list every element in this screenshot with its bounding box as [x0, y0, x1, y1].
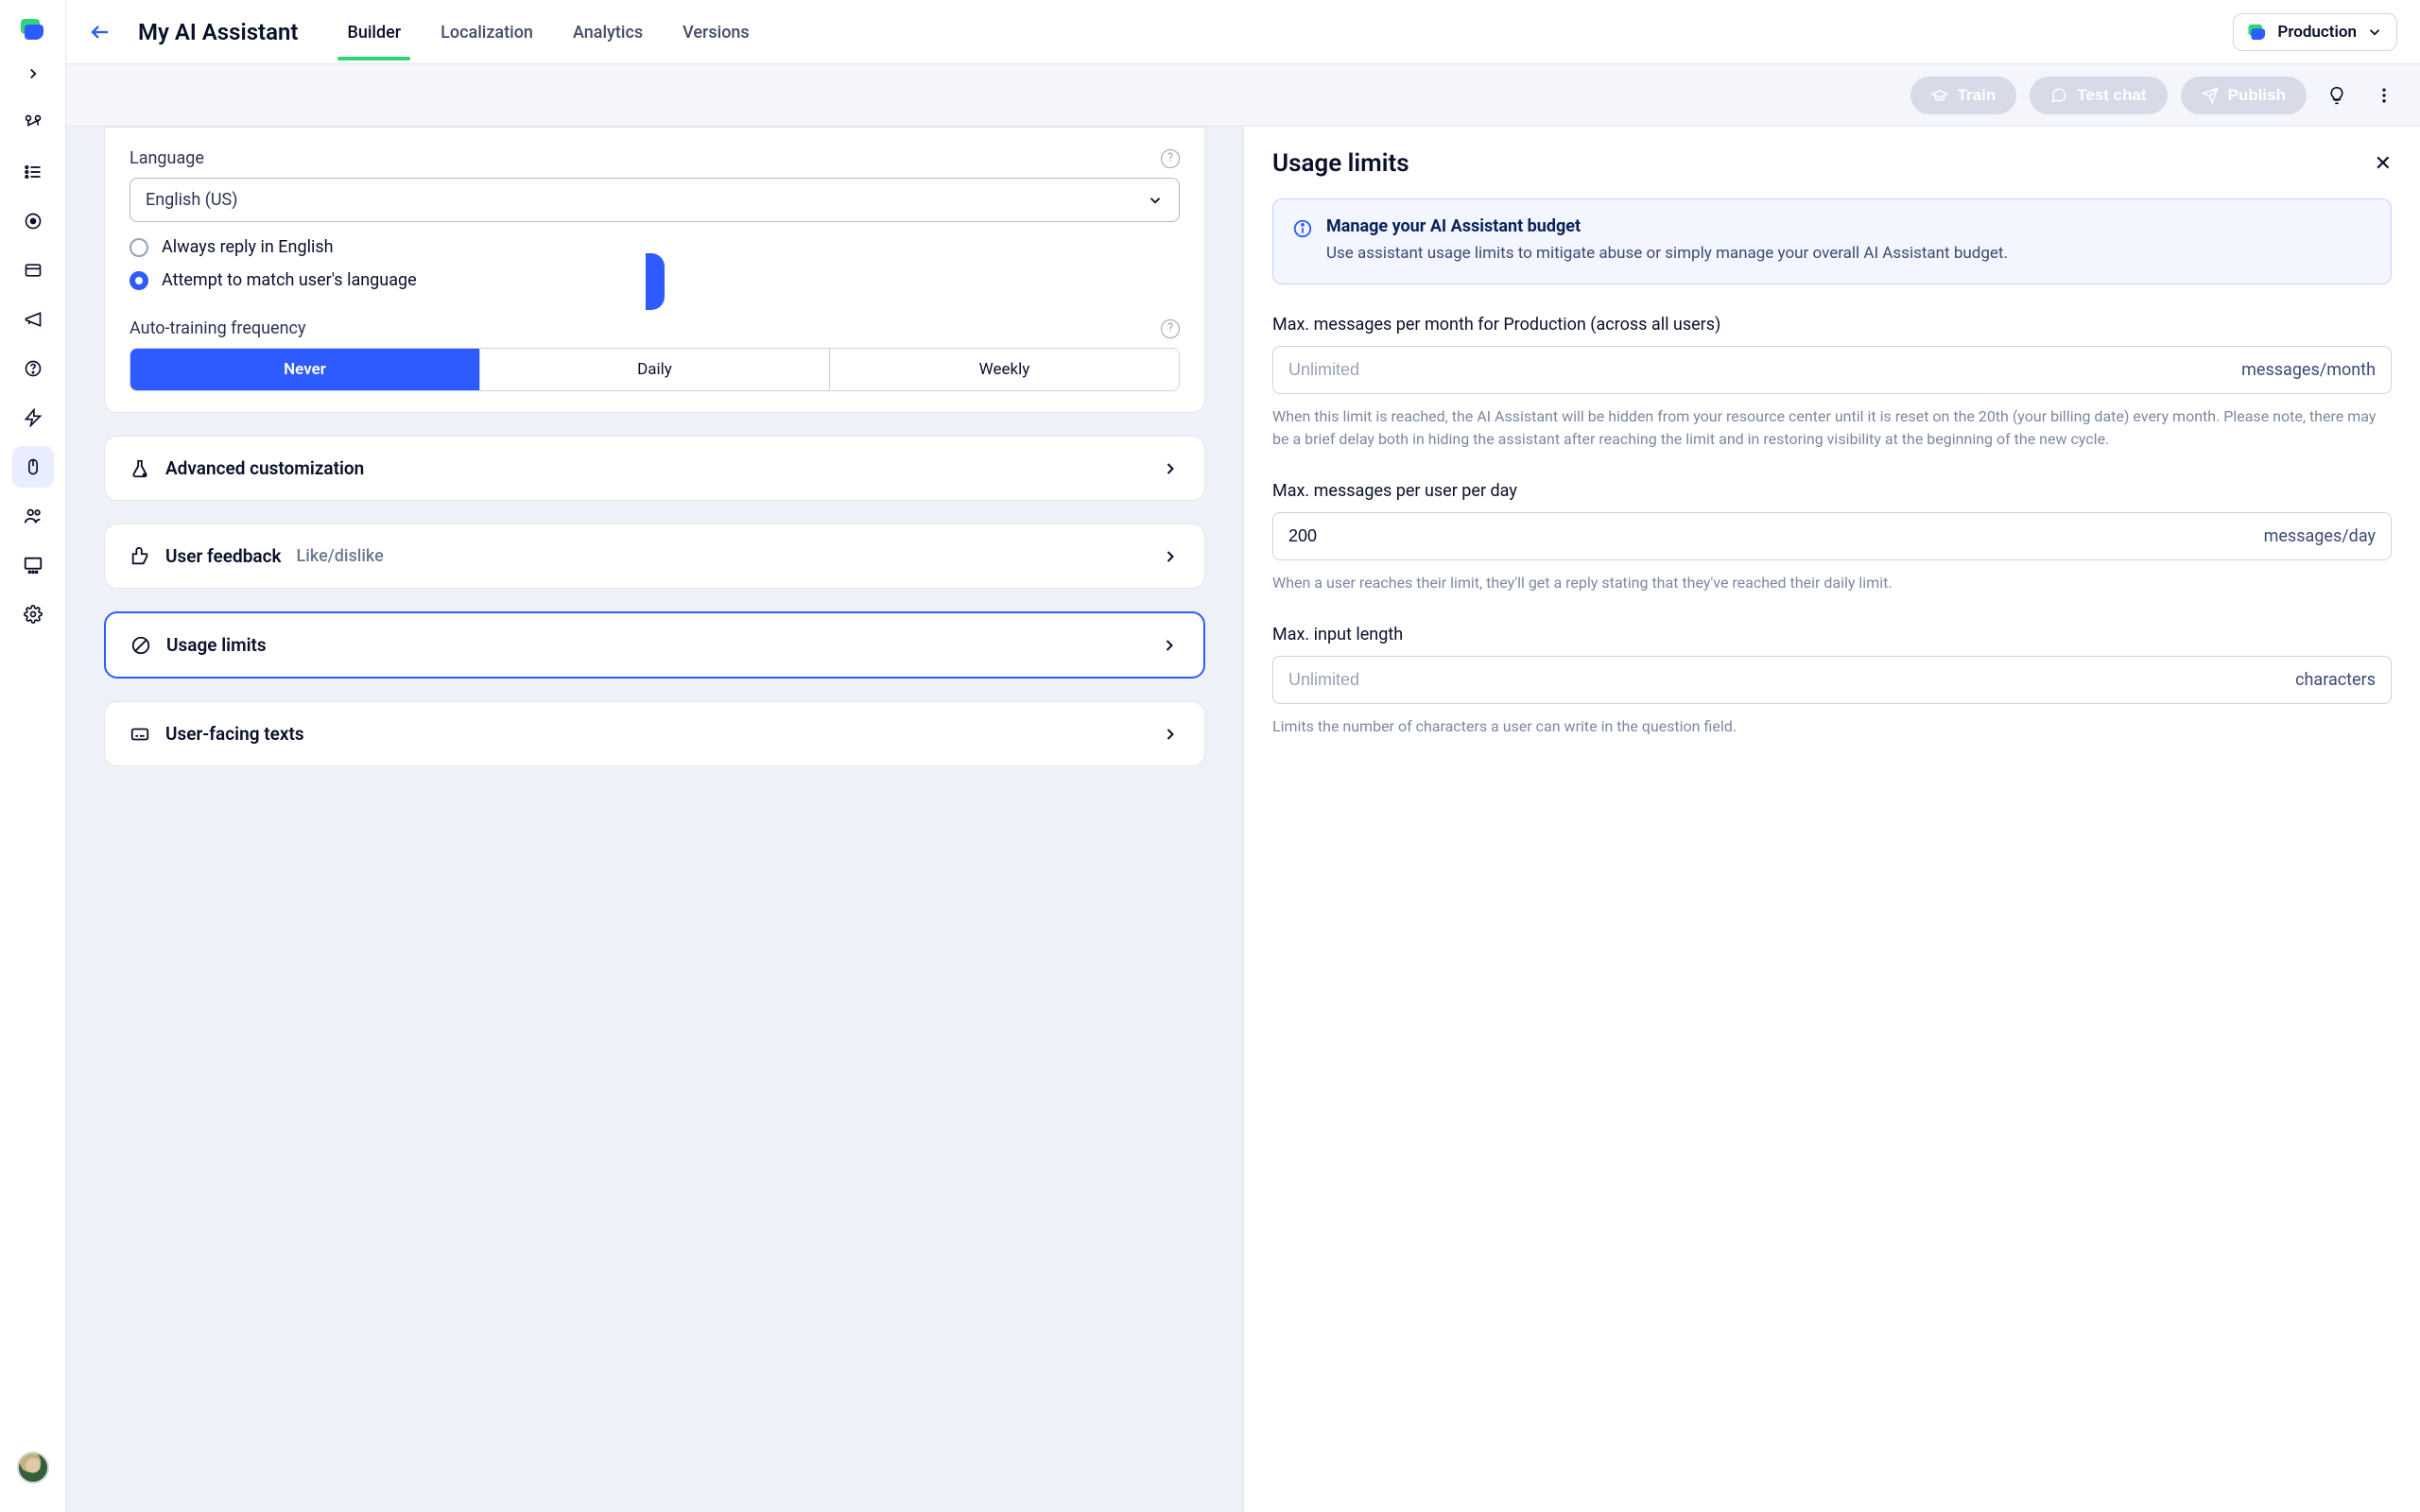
users-icon[interactable] — [12, 495, 54, 537]
daily-limit-label: Max. messages per user per day — [1272, 481, 2392, 501]
train-button[interactable]: Train — [1910, 77, 2017, 114]
inputlen-label: Max. input length — [1272, 625, 2392, 644]
presentation-icon[interactable] — [12, 544, 54, 586]
close-icon[interactable]: ✕ — [2375, 152, 2392, 176]
auto-training-segment: Never Daily Weekly — [130, 348, 1180, 391]
info-callout: Manage your AI Assistant budget Use assi… — [1272, 198, 2392, 284]
inputlen-input-wrap: characters — [1272, 656, 2392, 704]
user-feedback-row[interactable]: User feedback Like/dislike — [104, 524, 1205, 589]
info-icon — [1292, 218, 1313, 266]
window-icon[interactable] — [12, 249, 54, 291]
gear-icon[interactable] — [12, 593, 54, 635]
auto-training-help-icon[interactable]: ? — [1161, 319, 1180, 338]
chevron-right-icon — [1161, 725, 1180, 744]
monthly-limit-input[interactable] — [1288, 360, 2241, 380]
environment-selector[interactable]: Production — [2233, 13, 2397, 51]
radio-icon — [130, 271, 148, 290]
thumbs-up-icon — [130, 546, 150, 567]
expand-rail-icon[interactable] — [12, 53, 54, 94]
funnel-icon[interactable] — [12, 102, 54, 144]
list-icon[interactable] — [12, 151, 54, 193]
block-icon — [130, 635, 151, 656]
chevron-right-icon — [1161, 459, 1180, 478]
mouse-icon[interactable] — [12, 446, 54, 488]
daily-limit-input-wrap: messages/day — [1272, 512, 2392, 560]
tab-versions[interactable]: Versions — [683, 4, 750, 60]
monthly-limit-label: Max. messages per month for Production (… — [1272, 315, 2392, 335]
daily-limit-input[interactable] — [1288, 526, 2264, 546]
tab-analytics[interactable]: Analytics — [573, 4, 643, 60]
drawer-handle[interactable] — [646, 253, 665, 310]
auto-training-label: Auto-training frequency — [130, 318, 305, 338]
usage-limits-row[interactable]: Usage limits — [104, 611, 1205, 679]
inputlen-input[interactable] — [1288, 670, 2295, 690]
action-bar: Train Test chat Publish — [66, 64, 2420, 127]
usage-limits-panel: Usage limits ✕ Manage your AI Assistant … — [1243, 127, 2420, 1512]
monthly-help: When this limit is reached, the AI Assis… — [1272, 405, 2392, 451]
test-chat-button[interactable]: Test chat — [2030, 77, 2167, 114]
info-description: Use assistant usage limits to mitigate a… — [1326, 242, 2008, 266]
monthly-suffix: messages/month — [2241, 360, 2376, 380]
brand-logo — [17, 13, 49, 45]
panel-title: Usage limits — [1272, 149, 1409, 178]
env-label: Production — [2277, 23, 2357, 42]
seg-never[interactable]: Never — [130, 349, 479, 390]
chevron-down-icon — [2366, 24, 2383, 41]
help-icon[interactable] — [12, 348, 54, 389]
chevron-down-icon — [1147, 192, 1164, 209]
daily-help: When a user reaches their limit, they'll… — [1272, 572, 2392, 594]
language-select[interactable]: English (US) — [130, 178, 1180, 222]
radio-icon — [130, 238, 148, 257]
graduation-cap-icon — [1931, 87, 1948, 104]
tab-builder[interactable]: Builder — [347, 4, 401, 60]
back-button[interactable] — [89, 21, 112, 43]
env-logo-icon — [2247, 22, 2268, 43]
chevron-right-icon — [1160, 636, 1179, 655]
chat-icon — [2050, 87, 2067, 104]
bolt-icon[interactable] — [12, 397, 54, 438]
seg-daily[interactable]: Daily — [479, 349, 829, 390]
main-tabs: Builder Localization Analytics Versions — [347, 4, 749, 60]
lightbulb-icon[interactable] — [2320, 78, 2354, 112]
flask-icon — [130, 458, 150, 479]
user-facing-texts-row[interactable]: User-facing texts — [104, 701, 1205, 766]
info-title: Manage your AI Assistant budget — [1326, 216, 2008, 236]
tab-localization[interactable]: Localization — [441, 4, 533, 60]
language-label: Language — [130, 148, 204, 168]
inputlen-suffix: characters — [2295, 670, 2376, 690]
left-rail — [0, 0, 66, 1512]
advanced-customization-row[interactable]: Advanced customization — [104, 436, 1205, 501]
kebab-menu-icon[interactable] — [2367, 78, 2401, 112]
seg-weekly[interactable]: Weekly — [829, 349, 1179, 390]
inputlen-help: Limits the number of characters a user c… — [1272, 715, 2392, 738]
publish-button[interactable]: Publish — [2181, 77, 2307, 114]
text-icon — [130, 724, 150, 745]
monthly-limit-input-wrap: messages/month — [1272, 346, 2392, 394]
daily-suffix: messages/day — [2264, 526, 2376, 546]
user-avatar[interactable] — [17, 1452, 49, 1484]
target-icon[interactable] — [12, 200, 54, 242]
page-title: My AI Assistant — [138, 19, 298, 45]
chevron-right-icon — [1161, 547, 1180, 566]
language-help-icon[interactable]: ? — [1161, 149, 1180, 168]
megaphone-icon[interactable] — [12, 299, 54, 340]
topbar: My AI Assistant Builder Localization Ana… — [66, 0, 2420, 64]
settings-pane: Language ? English (US) Always reply in … — [66, 127, 1243, 1512]
send-icon — [2202, 87, 2219, 104]
